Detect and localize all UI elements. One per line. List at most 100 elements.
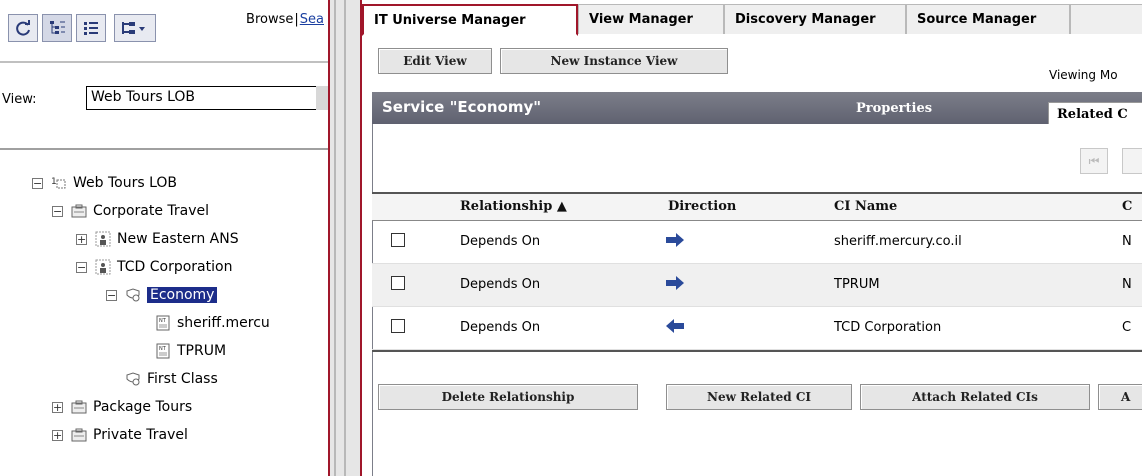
tree-node[interactable]: + New Eastern ANS bbox=[76, 228, 239, 250]
first-page-icon: ⏮ bbox=[1088, 153, 1100, 168]
tree-view-icon bbox=[50, 21, 65, 34]
table-row[interactable]: Depends On TCD Corporation C bbox=[372, 307, 1142, 350]
browse-link[interactable]: Browse bbox=[246, 12, 293, 27]
tree-node[interactable]: − TCD Corporation bbox=[76, 256, 232, 278]
tree-node-label[interactable]: Web Tours LOB bbox=[73, 175, 177, 191]
collapse-icon[interactable]: − bbox=[106, 289, 117, 301]
panel-title: Service "Economy" bbox=[382, 98, 542, 116]
table-row[interactable]: Depends On TPRUM N bbox=[372, 264, 1142, 307]
col-direction[interactable]: Direction bbox=[668, 199, 736, 214]
divider bbox=[0, 61, 328, 63]
extra-cell: N bbox=[1122, 234, 1132, 249]
tree-node[interactable]: + Private Travel bbox=[52, 424, 188, 446]
view-label: View: bbox=[2, 92, 37, 107]
tree-node-label[interactable]: Corporate Travel bbox=[93, 203, 209, 219]
tree-node-label[interactable]: First Class bbox=[147, 371, 218, 387]
tab-more[interactable] bbox=[1070, 4, 1142, 34]
tree-node[interactable]: −1 Web Tours LOB bbox=[32, 172, 177, 194]
left-toolbar: Browse|Sea bbox=[0, 0, 328, 60]
delete-relationship-button[interactable]: Delete Relationship bbox=[378, 384, 638, 410]
tab-view-manager[interactable]: View Manager bbox=[578, 4, 724, 34]
col-relationship[interactable]: Relationship ▲ bbox=[460, 199, 567, 214]
collapse-icon[interactable]: − bbox=[52, 205, 63, 217]
options-dropdown-button[interactable] bbox=[114, 14, 156, 42]
relationship-cell: Depends On bbox=[460, 320, 541, 335]
collapse-icon[interactable]: − bbox=[76, 261, 87, 273]
collapse-icon[interactable]: − bbox=[32, 177, 43, 189]
view-select[interactable]: Web Tours LOB bbox=[86, 86, 328, 110]
tree-node-label[interactable]: sheriff.mercu bbox=[177, 315, 270, 331]
splitter-grip bbox=[344, 0, 346, 476]
svg-text:NT: NT bbox=[159, 346, 167, 352]
host-icon: NT bbox=[155, 343, 171, 359]
expand-icon[interactable]: + bbox=[52, 401, 63, 413]
new-instance-view-button[interactable]: New Instance View bbox=[500, 48, 728, 74]
tab-it-universe-manager[interactable]: IT Universe Manager bbox=[362, 4, 578, 36]
arrow-left-icon bbox=[666, 319, 684, 333]
table-row[interactable]: Depends On sheriff.mercury.co.il N bbox=[372, 221, 1142, 264]
tree-node[interactable]: NT sheriff.mercu bbox=[136, 312, 270, 334]
edit-view-button[interactable]: Edit View bbox=[378, 48, 492, 74]
row-checkbox[interactable] bbox=[391, 233, 405, 247]
tree-node-label[interactable]: New Eastern ANS bbox=[117, 231, 239, 247]
svg-text:NT: NT bbox=[159, 318, 167, 324]
new-related-ci-button[interactable]: New Related CI bbox=[666, 384, 852, 410]
table-bottom-border bbox=[372, 350, 1142, 352]
tree-node-label[interactable]: Private Travel bbox=[93, 427, 188, 443]
list-view-icon bbox=[84, 22, 98, 35]
ci-name-cell: TPRUM bbox=[834, 277, 880, 292]
tab-properties[interactable]: Properties bbox=[856, 101, 932, 116]
expand-icon[interactable]: + bbox=[52, 429, 63, 441]
attach-related-cis-button[interactable]: Attach Related CIs bbox=[860, 384, 1090, 410]
ci-name-cell: TCD Corporation bbox=[834, 320, 942, 335]
expand-icon[interactable]: + bbox=[76, 233, 87, 245]
tree-node-label[interactable]: Package Tours bbox=[93, 399, 192, 415]
arrow-right-icon bbox=[666, 233, 684, 247]
browse-search-links: Browse|Sea bbox=[246, 12, 324, 27]
first-page-button[interactable]: ⏮ bbox=[1080, 148, 1108, 174]
tab-related-cis[interactable]: Related C bbox=[1048, 102, 1142, 126]
svg-text:1: 1 bbox=[51, 177, 57, 187]
tab-discovery-manager[interactable]: Discovery Manager bbox=[724, 4, 906, 34]
tree-node[interactable]: + Package Tours bbox=[52, 396, 192, 418]
left-pane: Browse|Sea View: Web Tours LOB −1 Web Tou… bbox=[0, 0, 330, 476]
tree-node[interactable]: − Economy bbox=[106, 284, 218, 306]
ci-name-cell: sheriff.mercury.co.il bbox=[834, 234, 962, 249]
extra-cell: N bbox=[1122, 277, 1132, 292]
relationship-cell: Depends On bbox=[460, 234, 541, 249]
row-checkbox[interactable] bbox=[391, 276, 405, 290]
list-view-button[interactable] bbox=[76, 14, 106, 42]
tree-node[interactable]: − Corporate Travel bbox=[52, 200, 209, 222]
table-header: Relationship ▲ Direction CI Name C bbox=[372, 192, 1142, 221]
main-tabs: IT Universe Manager View Manager Discove… bbox=[362, 0, 1142, 36]
group-icon bbox=[95, 259, 111, 275]
business-unit-icon bbox=[71, 427, 87, 443]
tree-node-label[interactable]: TCD Corporation bbox=[117, 259, 232, 275]
col-extra[interactable]: C bbox=[1122, 199, 1132, 214]
more-action-button[interactable]: A bbox=[1098, 384, 1142, 410]
business-unit-icon bbox=[71, 399, 87, 415]
arrow-right-icon bbox=[666, 276, 684, 290]
right-pane: IT Universe Manager View Manager Discove… bbox=[360, 0, 1142, 476]
tree-node-label[interactable]: Economy bbox=[147, 287, 218, 303]
refresh-button[interactable] bbox=[8, 14, 38, 42]
search-link[interactable]: Sea bbox=[300, 12, 324, 27]
tree-node[interactable]: First Class bbox=[106, 368, 218, 390]
group-icon bbox=[95, 231, 111, 247]
tree-node[interactable]: NT TPRUM bbox=[136, 340, 226, 362]
viewing-mode-label: Viewing Mo bbox=[1049, 68, 1118, 82]
link-separator: | bbox=[294, 12, 299, 27]
view-select-arrow[interactable] bbox=[316, 86, 328, 110]
col-ci-name[interactable]: CI Name bbox=[834, 199, 897, 214]
divider bbox=[0, 148, 328, 150]
host-icon: NT bbox=[155, 315, 171, 331]
pane-splitter[interactable] bbox=[330, 0, 360, 476]
tree-view-button[interactable] bbox=[42, 14, 72, 42]
tab-source-manager[interactable]: Source Manager bbox=[906, 4, 1070, 34]
row-checkbox[interactable] bbox=[391, 319, 405, 333]
tree-node-label[interactable]: TPRUM bbox=[177, 343, 226, 359]
table-body: Depends On sheriff.mercury.co.il N Depends … bbox=[372, 221, 1142, 350]
view-icon: 1 bbox=[51, 175, 67, 191]
prev-page-button[interactable] bbox=[1122, 148, 1142, 174]
panel-header: Service "Economy" Properties Related C bbox=[372, 92, 1142, 126]
